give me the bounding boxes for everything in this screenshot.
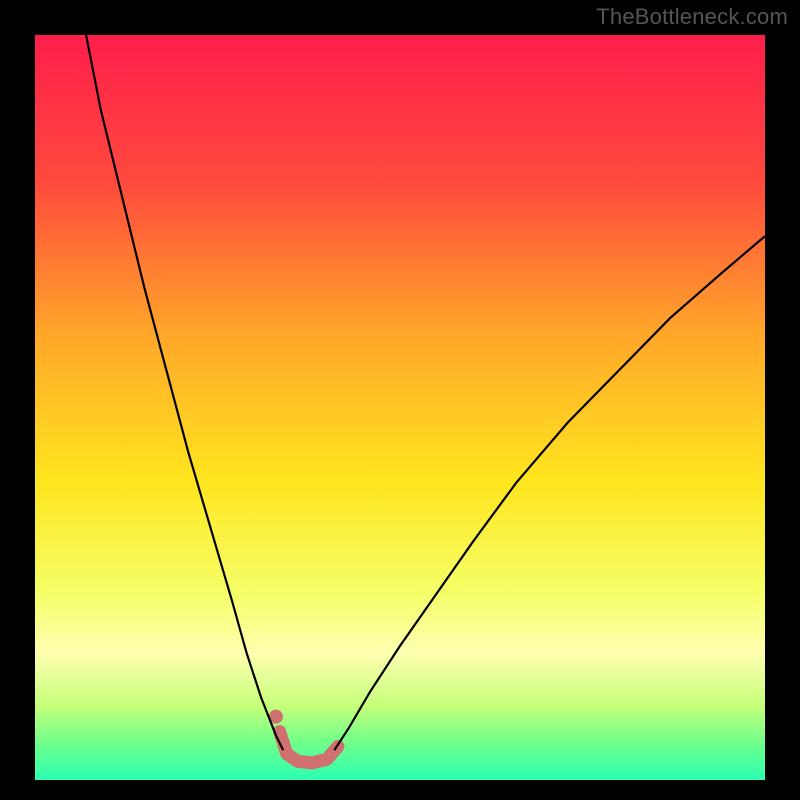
bottleneck-chart	[0, 0, 800, 800]
chart-frame: TheBottleneck.com	[0, 0, 800, 800]
watermark-text: TheBottleneck.com	[596, 4, 788, 30]
plot-background	[35, 35, 765, 780]
